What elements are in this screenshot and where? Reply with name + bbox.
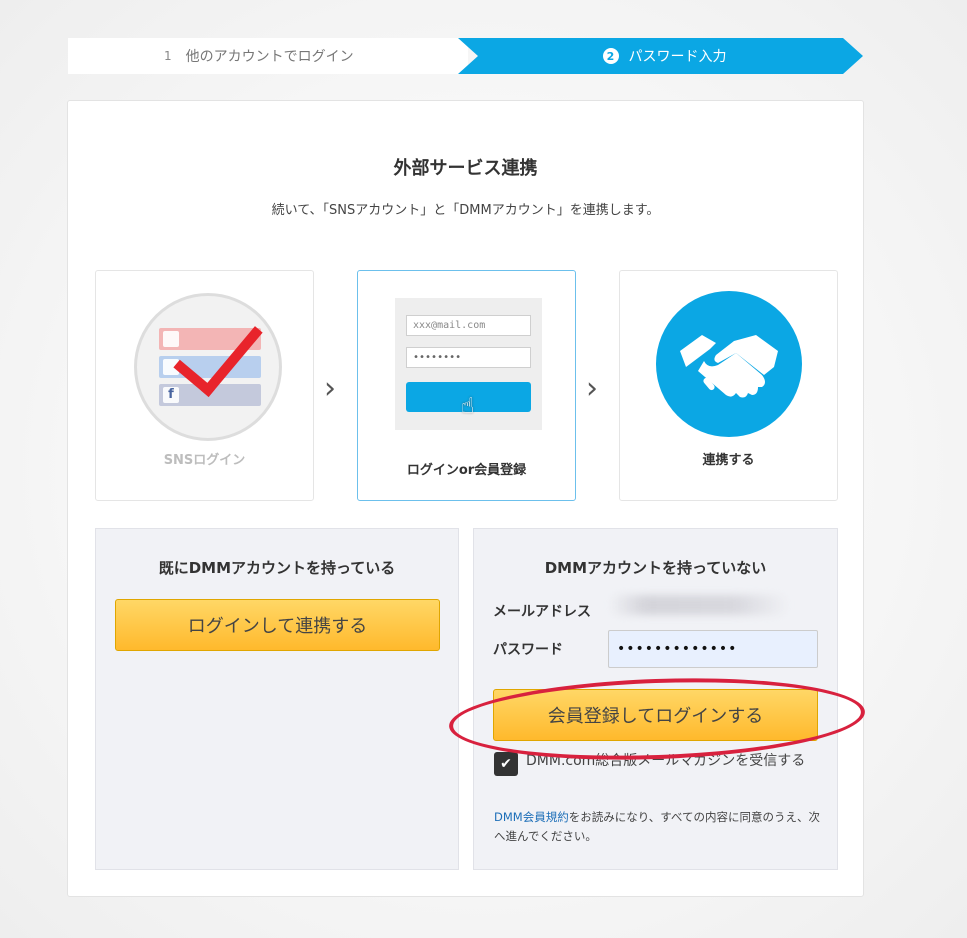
chevron-right-icon: › (324, 371, 336, 406)
external-service-link-card: 外部サービス連携 続いて、「SNSアカウント」と「DMMアカウント」を連携します… (67, 100, 864, 897)
progress-stepper: 1 他のアカウントでログイン 2 パスワード入力 (68, 38, 863, 74)
illustration-email-field: xxx@mail.com (406, 315, 531, 336)
step-password-entry: 2 パスワード入力 (458, 38, 863, 74)
flow-step-label: ログインor会員登録 (406, 463, 527, 478)
pointer-hand-icon: ☝ (461, 394, 475, 419)
handshake-icon (656, 291, 802, 437)
password-field[interactable]: ••••••••••••• (608, 630, 818, 668)
panel-title: DMMアカウントを持っていない (544, 559, 767, 577)
page-subtitle: 続いて、「SNSアカウント」と「DMMアカウント」を連携します。 (271, 203, 660, 218)
login-form-illustration: xxx@mail.com •••••••• ☝ (395, 298, 542, 430)
step-number: 1 (164, 49, 172, 63)
panel-title: 既にDMMアカウントを持っている (158, 559, 396, 577)
chevron-right-icon: › (586, 371, 598, 406)
existing-account-panel: 既にDMMアカウントを持っている ログインして連携する (95, 528, 459, 870)
flow-step-label: 連携する (702, 453, 755, 468)
step-label: パスワード入力 (628, 49, 727, 65)
step-number-badge: 2 (602, 48, 619, 64)
newsletter-checkbox[interactable]: ✔ (494, 752, 518, 776)
newsletter-label: DMM.com総合版メールマガジンを受信する (526, 753, 806, 769)
step-other-account-login: 1 他のアカウントでログイン (68, 38, 468, 74)
email-label: メールアドレス (493, 604, 591, 620)
checkmark-icon (173, 303, 263, 397)
password-value: ••••••••••••• (617, 641, 738, 657)
flow-step-label: SNSログイン (163, 453, 246, 468)
flow-step-link: 連携する (619, 270, 838, 501)
page-title: 外部サービス連携 (393, 158, 538, 179)
flow-step-login-or-register: xxx@mail.com •••••••• ☝ ログインor会員登録 (357, 270, 576, 501)
login-and-link-button[interactable]: ログインして連携する (115, 599, 440, 651)
step-label: 他のアカウントでログイン (185, 49, 354, 65)
terms-notice: DMM会員規約をお読みになり、すべての内容に同意のうえ、次へ進んでください。 (494, 808, 824, 846)
flow-step-sns-login: f SNSログイン (95, 270, 314, 501)
sns-login-illustration: f (134, 293, 282, 441)
terms-link[interactable]: DMM会員規約 (494, 810, 569, 824)
illustration-password-field: •••••••• (406, 347, 531, 368)
register-and-login-button[interactable]: 会員登録してログインする (493, 689, 818, 741)
email-field-redacted[interactable] (609, 595, 789, 615)
new-account-panel: DMMアカウントを持っていない メールアドレス パスワード ••••••••••… (473, 528, 838, 870)
password-label: パスワード (493, 642, 563, 658)
